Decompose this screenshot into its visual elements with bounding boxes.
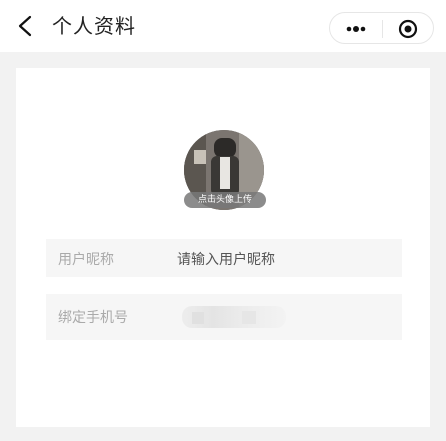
phone-label: 绑定手机号 <box>58 310 128 326</box>
profile-card: 点击头像上传 用户昵称 请输入用户昵称 绑定手机号 <box>16 68 430 427</box>
avatar-upload-hint: 点击头像上传 <box>184 192 266 208</box>
phone-row[interactable]: 绑定手机号 <box>46 294 402 340</box>
more-dots-icon[interactable] <box>344 22 368 36</box>
back-chevron-icon[interactable] <box>16 15 36 37</box>
mini-program-capsule <box>329 12 434 44</box>
phone-value-blurred[interactable] <box>182 306 286 328</box>
capsule-divider <box>382 20 383 38</box>
avatar-upload[interactable]: 点击头像上传 <box>184 130 266 212</box>
nickname-label: 用户昵称 <box>58 252 114 268</box>
page-title: 个人资料 <box>52 14 136 38</box>
nickname-row[interactable]: 用户昵称 请输入用户昵称 <box>46 239 402 277</box>
target-circle-icon[interactable] <box>398 19 418 39</box>
nav-bar: 个人资料 <box>0 0 446 52</box>
nickname-input[interactable]: 请输入用户昵称 <box>177 249 275 269</box>
